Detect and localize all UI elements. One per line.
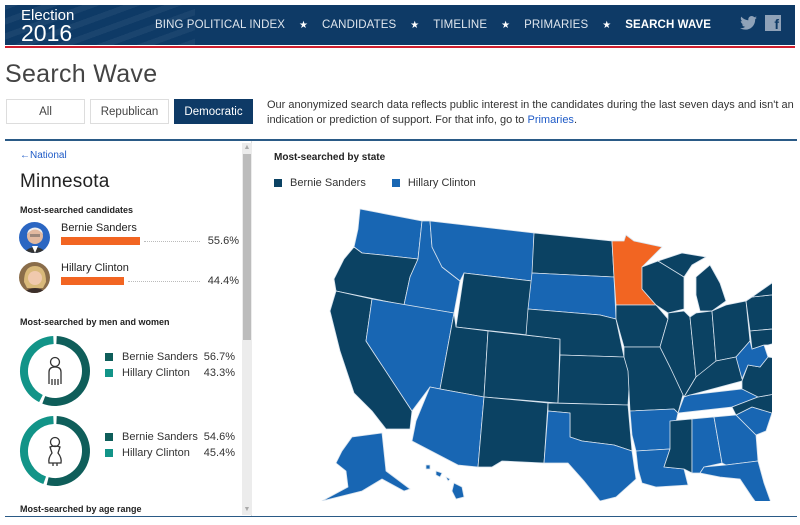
legend-swatch — [105, 369, 113, 377]
nav-primaries[interactable]: PRIMARIES — [524, 19, 588, 31]
state-nm[interactable] — [477, 396, 549, 468]
candidate-name: Bernie Sanders — [61, 222, 137, 234]
female-icon — [48, 436, 62, 466]
avatar-bernie-sanders — [19, 222, 50, 253]
donut-men[interactable]: Bernie Sanders 56.7% Hillary Clinton 43.… — [19, 335, 244, 407]
bar-leader-dots — [128, 281, 200, 282]
male-icon — [48, 356, 62, 385]
map-legend-clinton: Hillary Clinton — [391, 177, 476, 189]
donut-women[interactable]: Bernie Sanders 54.6% Hillary Clinton 45.… — [19, 415, 244, 487]
candidate-bar — [61, 277, 124, 285]
header-red-rule — [5, 45, 795, 48]
map-legend: Bernie Sanders Hillary Clinton — [274, 177, 502, 189]
legend-percent: 45.4% — [203, 447, 235, 459]
map-title: Most-searched by state — [274, 152, 386, 163]
page-title: Search Wave — [5, 60, 158, 88]
us-state-map[interactable] — [312, 201, 772, 501]
legend-percent: 56.7% — [203, 351, 235, 363]
state-ks[interactable] — [557, 354, 631, 406]
state-wy[interactable] — [455, 272, 533, 336]
state-az[interactable] — [411, 386, 485, 468]
donut-slice-sanders — [46, 416, 90, 486]
nav-timeline[interactable]: TIMELINE — [433, 19, 487, 31]
bar-leader-dots — [144, 241, 200, 242]
top-navigation-bar: Election 2016 BING POLITICAL INDEX ★ CAN… — [5, 5, 795, 45]
legend-swatch-sanders — [274, 179, 282, 187]
legend-name: Bernie Sanders — [122, 431, 198, 443]
candidate-percent: 55.6% — [207, 235, 239, 247]
state-fl[interactable] — [699, 460, 772, 501]
legend-row-clinton: Hillary Clinton 43.3% — [105, 367, 235, 379]
nav-candidates[interactable]: CANDIDATES — [322, 19, 396, 31]
legend-swatch — [105, 353, 113, 361]
arrow-left-icon: ← — [20, 150, 30, 161]
donut-chart-men — [20, 336, 90, 406]
state-wa[interactable] — [353, 208, 423, 260]
scroll-down-icon[interactable]: ▼ — [242, 505, 252, 515]
state-co[interactable] — [483, 330, 561, 404]
election-2016-logo[interactable]: Election 2016 — [21, 8, 74, 45]
legend-name: Hillary Clinton — [122, 367, 190, 379]
star-separator-icon: ★ — [602, 19, 612, 31]
scroll-thumb[interactable] — [243, 154, 251, 340]
state-ak[interactable] — [321, 432, 411, 501]
state-ia[interactable] — [615, 304, 669, 348]
main-nav: BING POLITICAL INDEX ★ CANDIDATES ★ TIME… — [155, 5, 711, 45]
nav-bing-political-index[interactable]: BING POLITICAL INDEX — [155, 19, 285, 31]
map-panel: Most-searched by state Bernie Sanders Hi… — [262, 141, 797, 516]
legend-row-clinton: Hillary Clinton 45.4% — [105, 447, 235, 459]
state-nd[interactable] — [531, 232, 615, 278]
tab-all[interactable]: All — [6, 99, 85, 124]
star-separator-icon: ★ — [501, 19, 511, 31]
tab-democratic[interactable]: Democratic — [174, 99, 253, 124]
avatar-hillary-clinton — [19, 262, 50, 293]
scroll-up-icon[interactable]: ▲ — [242, 143, 252, 153]
candidate-row[interactable]: Bernie Sanders 55.6% — [19, 222, 239, 254]
donut-slice-sanders — [42, 336, 90, 406]
state-name: Minnesota — [20, 171, 110, 192]
candidate-row[interactable]: Hillary Clinton 44.4% — [19, 262, 239, 294]
party-tabs: All Republican Democratic — [6, 99, 253, 124]
back-label: National — [30, 150, 67, 161]
twitter-icon[interactable] — [740, 16, 757, 30]
primaries-link[interactable]: Primaries — [527, 114, 573, 126]
legend-row-sanders: Bernie Sanders 56.7% — [105, 351, 235, 363]
social-links: f — [740, 15, 781, 32]
donut-chart-women — [20, 416, 90, 486]
intro-end: . — [573, 114, 577, 126]
candidate-name: Hillary Clinton — [61, 262, 129, 274]
legend-row-sanders: Bernie Sanders 54.6% — [105, 431, 235, 443]
state-hi[interactable] — [425, 464, 465, 500]
legend-name: Bernie Sanders — [122, 351, 198, 363]
tab-republican[interactable]: Republican — [90, 99, 169, 124]
facebook-icon[interactable]: f — [765, 15, 781, 32]
state-detail-panel: ←National Minnesota Most-searched candid… — [6, 141, 252, 516]
most-searched-candidates-heading: Most-searched candidates — [20, 205, 134, 215]
legend-percent: 54.6% — [203, 431, 235, 443]
candidate-bar — [61, 237, 140, 245]
candidate-percent: 44.4% — [207, 275, 239, 287]
left-panel-scrollbar[interactable]: ▲ ▼ — [242, 143, 252, 515]
star-separator-icon: ★ — [299, 19, 308, 31]
content-bottom-rule — [5, 516, 797, 517]
state-pa[interactable] — [745, 293, 772, 332]
donut-slice-clinton — [20, 416, 54, 485]
intro-text: Our anonymized search data reflects publ… — [267, 98, 797, 128]
age-range-heading: Most-searched by age range — [20, 504, 142, 514]
legend-percent: 43.3% — [203, 367, 235, 379]
legend-label: Hillary Clinton — [407, 177, 476, 189]
nav-search-wave[interactable]: SEARCH WAVE — [625, 19, 711, 31]
legend-name: Hillary Clinton — [122, 447, 190, 459]
gender-heading: Most-searched by men and women — [20, 317, 170, 327]
back-to-national-link[interactable]: ←National — [20, 150, 67, 161]
star-separator-icon: ★ — [410, 19, 420, 31]
legend-swatch — [105, 449, 113, 457]
legend-swatch — [105, 433, 113, 441]
logo-line-2: 2016 — [21, 20, 73, 45]
legend-swatch-clinton — [391, 179, 400, 187]
legend-label: Bernie Sanders — [290, 177, 366, 189]
map-legend-sanders: Bernie Sanders — [274, 177, 366, 189]
